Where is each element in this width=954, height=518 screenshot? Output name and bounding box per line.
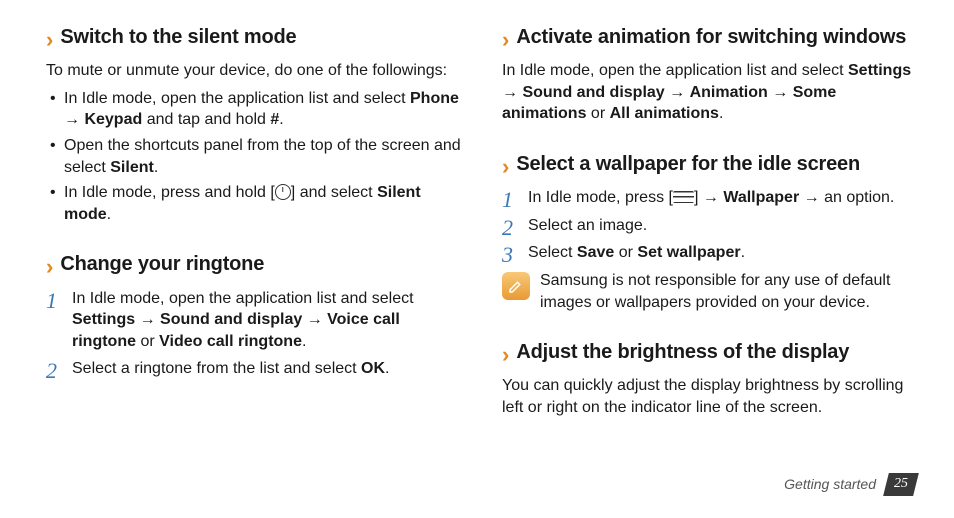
- section-title: Activate animation for switching windows: [516, 24, 906, 51]
- note-icon: [502, 272, 530, 300]
- chevron-icon: ›: [46, 255, 50, 279]
- page-number-badge: 25: [883, 473, 919, 496]
- list-item: Open the shortcuts panel from the top of…: [46, 135, 462, 178]
- step-item: 2 Select a ringtone from the list and se…: [46, 358, 462, 380]
- section-title: Switch to the silent mode: [60, 24, 296, 51]
- chevron-icon: ›: [46, 28, 50, 52]
- section-heading-animation: › Activate animation for switching windo…: [502, 24, 918, 52]
- page-footer: Getting started 25: [784, 473, 916, 496]
- section-title: Adjust the brightness of the display: [516, 339, 849, 366]
- note-text: Samsung is not responsible for any use o…: [540, 270, 918, 313]
- section-heading-ringtone: › Change your ringtone: [46, 251, 462, 279]
- step-item: 3 Select Save or Set wallpaper.: [502, 242, 918, 264]
- section-heading-wallpaper: › Select a wallpaper for the idle screen: [502, 151, 918, 179]
- footer-section-label: Getting started: [784, 475, 876, 494]
- section-title: Select a wallpaper for the idle screen: [516, 151, 860, 178]
- chevron-icon: ›: [502, 343, 506, 367]
- two-column-layout: › Switch to the silent mode To mute or u…: [46, 18, 918, 425]
- step-list: 1 In Idle mode, open the application lis…: [46, 288, 462, 380]
- power-icon: [275, 184, 291, 200]
- chevron-icon: ›: [502, 155, 506, 179]
- step-number: 1: [502, 185, 513, 215]
- pencil-icon: [507, 277, 525, 295]
- step-number: 2: [502, 213, 513, 243]
- section-heading-silent: › Switch to the silent mode: [46, 24, 462, 52]
- step-item: 1 In Idle mode, press [] → Wallpaper → a…: [502, 187, 918, 209]
- section-title: Change your ringtone: [60, 251, 264, 278]
- step-item: 1 In Idle mode, open the application lis…: [46, 288, 462, 353]
- menu-icon: [673, 191, 694, 203]
- right-column: › Activate animation for switching windo…: [502, 18, 918, 425]
- paragraph: You can quickly adjust the display brigh…: [502, 375, 918, 418]
- step-number: 3: [502, 240, 513, 270]
- left-column: › Switch to the silent mode To mute or u…: [46, 18, 462, 425]
- step-item: 2 Select an image.: [502, 215, 918, 237]
- note-box: Samsung is not responsible for any use o…: [502, 270, 918, 313]
- list-item: In Idle mode, open the application list …: [46, 88, 462, 131]
- paragraph: In Idle mode, open the application list …: [502, 60, 918, 125]
- section-heading-brightness: › Adjust the brightness of the display: [502, 339, 918, 367]
- chevron-icon: ›: [502, 28, 506, 52]
- intro-text: To mute or unmute your device, do one of…: [46, 60, 462, 82]
- page-body: › Switch to the silent mode To mute or u…: [0, 0, 954, 518]
- list-item: In Idle mode, press and hold [] and sele…: [46, 182, 462, 225]
- step-list: 1 In Idle mode, press [] → Wallpaper → a…: [502, 187, 918, 264]
- step-number: 1: [46, 286, 57, 316]
- bullet-list: In Idle mode, open the application list …: [46, 88, 462, 226]
- step-number: 2: [46, 356, 57, 386]
